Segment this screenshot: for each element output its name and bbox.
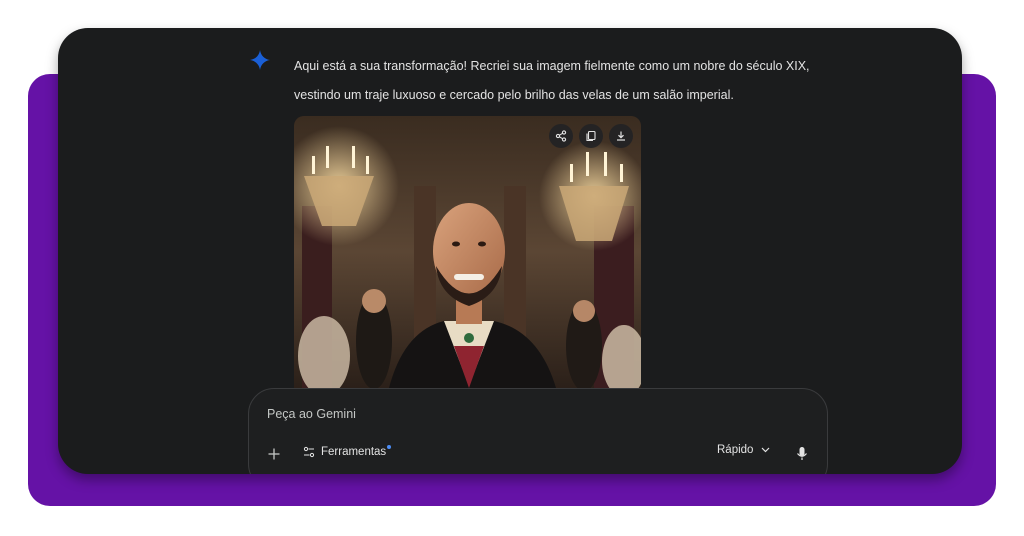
download-icon[interactable] (609, 124, 633, 148)
microphone-button[interactable] (795, 445, 809, 463)
portrait-illustration (294, 116, 641, 388)
assistant-message-text: Aqui está a sua transformação! Recriei s… (294, 59, 810, 102)
prompt-input[interactable]: Peça ao Gemini (267, 407, 356, 421)
plus-icon (268, 448, 280, 460)
copy-icon[interactable] (579, 124, 603, 148)
tools-sliders-icon (303, 446, 315, 458)
mode-label: Rápido (717, 444, 754, 456)
gemini-chat-window: Aqui está a sua transformação! Recriei s… (58, 28, 962, 474)
generated-image[interactable] (294, 116, 641, 388)
add-attachment-button[interactable] (265, 445, 283, 463)
tools-label: Ferramentas (321, 446, 387, 458)
tools-button[interactable]: Ferramentas (303, 445, 392, 458)
chevron-down-icon (762, 447, 770, 453)
tools-new-dot (387, 445, 392, 449)
microphone-icon (797, 447, 807, 460)
tools-label-wrap: Ferramentas (321, 445, 392, 458)
image-action-bar (549, 124, 633, 148)
gemini-sparkle-icon (250, 50, 270, 70)
screenshot-stage: Aqui está a sua transformação! Recriei s… (0, 0, 1024, 536)
prompt-composer[interactable]: Peça ao Gemini Ferramentas Rápido (248, 388, 828, 474)
model-mode-selector[interactable]: Rápido (717, 444, 770, 456)
share-icon[interactable] (549, 124, 573, 148)
